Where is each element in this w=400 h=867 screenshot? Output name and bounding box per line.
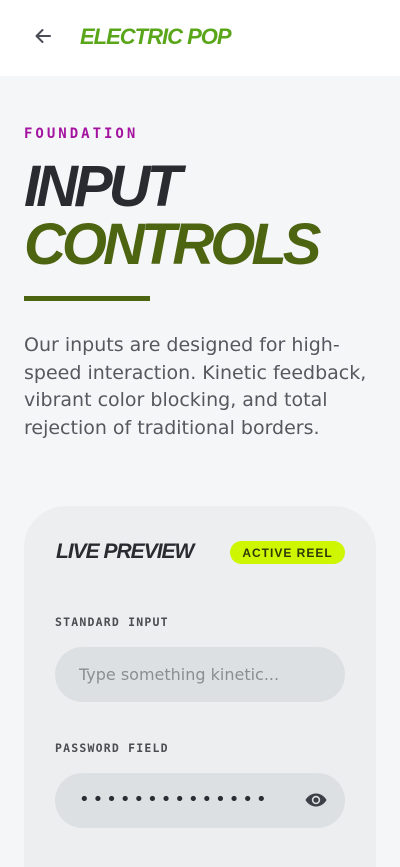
- card-title: LIVE PREVIEW: [56, 540, 194, 563]
- standard-input[interactable]: [55, 647, 345, 702]
- password-field[interactable]: ••••••••••••••: [55, 773, 345, 828]
- arrow-left-icon: [35, 29, 51, 43]
- password-field-label: PASSWORD FIELD: [55, 741, 169, 755]
- password-masked-value: ••••••••••••••: [79, 789, 270, 810]
- status-badge: ACTIVE REEL: [230, 541, 345, 564]
- brand-logo-text[interactable]: ELECTRIC POP: [80, 24, 232, 50]
- section-eyebrow: FOUNDATION: [24, 126, 139, 142]
- intro-paragraph: Our inputs are designed for high-speed i…: [24, 334, 367, 439]
- live-preview-card: LIVE PREVIEW ACTIVE REEL STANDARD INPUT …: [24, 506, 376, 867]
- title-underline: [24, 296, 150, 301]
- eye-icon: [305, 793, 327, 807]
- page-title-line-1: INPUT: [24, 154, 182, 219]
- app-bar: ELECTRIC POP: [0, 0, 400, 76]
- toggle-password-visibility-button[interactable]: [303, 787, 329, 813]
- standard-input-label: STANDARD INPUT: [55, 615, 169, 629]
- back-button[interactable]: [28, 22, 58, 50]
- page-title-line-2: CONTROLS: [24, 212, 321, 277]
